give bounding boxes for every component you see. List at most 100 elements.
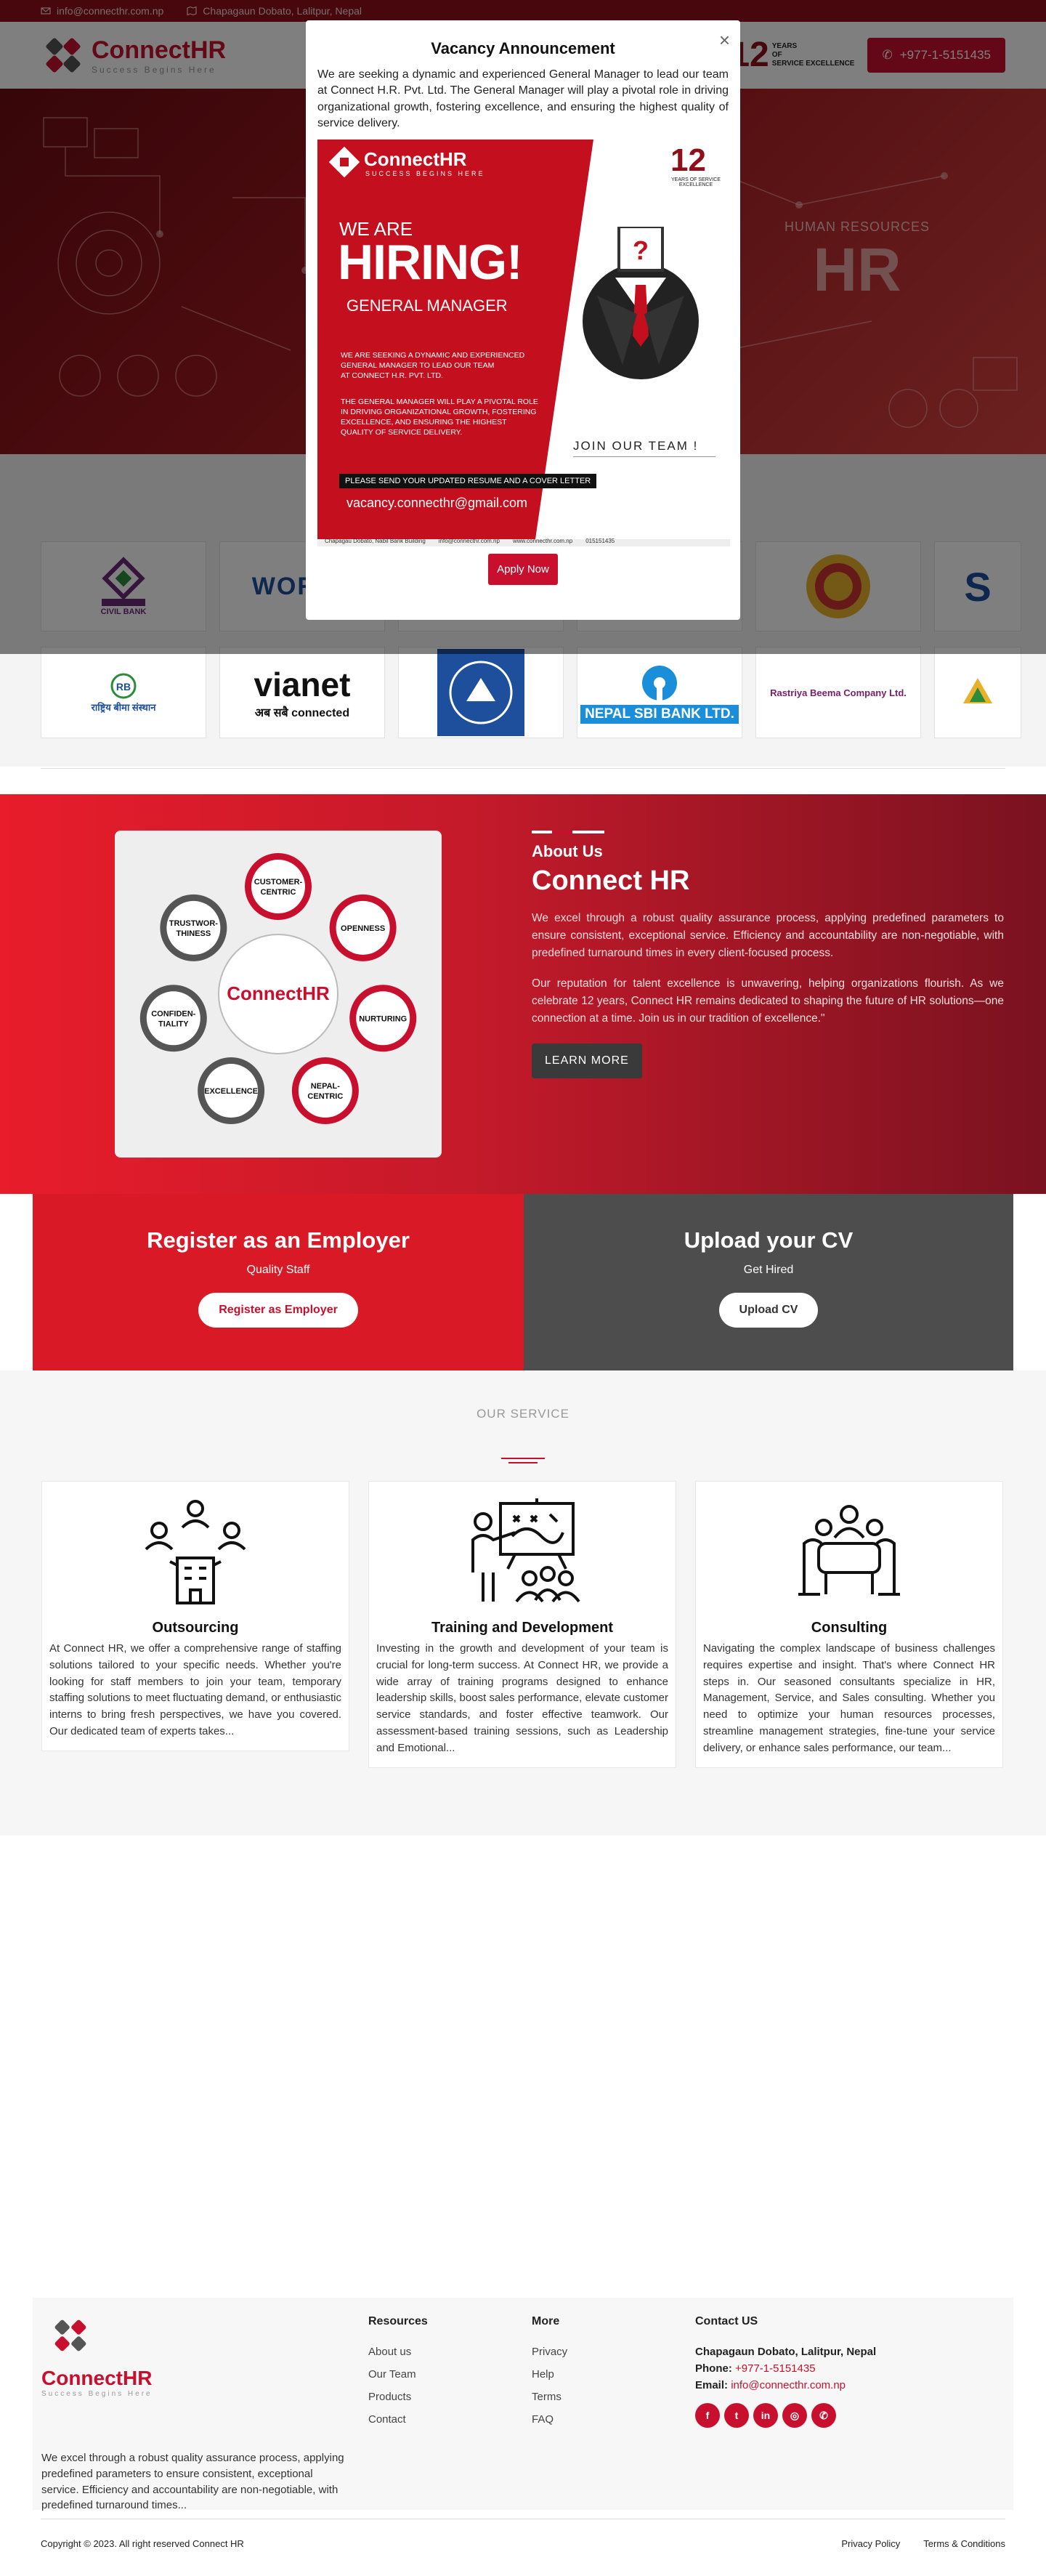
employer-cta: Register as an Employer Quality Staff Re… <box>33 1194 524 1370</box>
value-label: THINESS <box>177 929 211 938</box>
value-bubble: CONFIDEN- TIALITY <box>139 985 207 1052</box>
service-card-consulting[interactable]: Consulting Navigating the complex landsc… <box>695 1481 1003 1768</box>
learn-more-button[interactable]: LEARN MORE <box>532 1043 642 1079</box>
services-kicker: OUR SERVICE <box>477 1407 569 1421</box>
client-rastriya-beema-company[interactable]: Rastriya Beema Company Ltd. <box>755 647 921 738</box>
poster-years-label: YEARS OF SERVICE EXCELLENCE <box>671 177 721 187</box>
footer-brand: ConnectHR <box>41 2367 153 2389</box>
footer-link-terms[interactable]: Terms <box>532 2391 567 2403</box>
footer-contact-address: Chapagaun Dobato, Lalitpur, Nepal <box>695 2346 877 2358</box>
footer-link-help[interactable]: Help <box>532 2368 567 2381</box>
close-icon[interactable]: × <box>719 29 730 52</box>
poster-tagline: SUCCESS BEGINS HERE <box>365 169 485 177</box>
poster-brand: ConnectHR <box>364 148 467 170</box>
poster-para-2-line-1: THE GENERAL MANAGER WILL PLAY A PIVOTAL … <box>341 397 538 406</box>
linkedin-icon[interactable]: in <box>753 2403 778 2428</box>
upload-cv-button[interactable]: Upload CV <box>718 1293 819 1328</box>
cv-cta: Upload your CV Get Hired Upload CV <box>524 1194 1013 1370</box>
instagram-icon[interactable]: ◎ <box>782 2403 807 2428</box>
poster-position: GENERAL MANAGER <box>346 296 508 315</box>
modal-title: Vacancy Announcement <box>431 39 615 57</box>
client-6[interactable] <box>934 647 1021 738</box>
apply-now-button[interactable]: Apply Now <box>488 553 558 585</box>
about-kicker: About Us <box>532 842 603 860</box>
poster-join-team: JOIN OUR TEAM ! <box>573 438 699 453</box>
poster-footer: Chapagau Dobato, Nabil Bank Building inf… <box>325 538 615 544</box>
value-label: EXCELLENCE <box>204 1087 258 1096</box>
footer-link-contact[interactable]: Contact <box>368 2413 428 2426</box>
poster-footer-email: info@connecthr.com.np <box>438 537 500 544</box>
service-title-training: Training and Development <box>431 1620 614 1636</box>
footer-email-label: Email: <box>695 2379 729 2391</box>
poster-para-1-line-3: AT CONNECT H.R. PVT. LTD. <box>341 371 443 380</box>
footer-email[interactable]: info@connecthr.com.np <box>731 2379 846 2391</box>
footer-more-title: More <box>532 2315 560 2327</box>
value-label: NEPAL- <box>311 1082 340 1091</box>
value-label: CENTRIC <box>261 888 296 897</box>
value-label: TIALITY <box>158 1020 189 1028</box>
poster-para-2-line-3: EXCELLENCE, AND ENSURING THE HIGHEST <box>341 417 507 427</box>
client-nepal-sbi-bank[interactable]: NEPAL SBI BANK LTD. <box>577 647 742 738</box>
client-blue-seal[interactable] <box>398 647 564 738</box>
value-label: OPENNESS <box>341 924 385 933</box>
social-links: f t in ◎ ✆ <box>695 2403 876 2428</box>
value-bubble: NURTURING <box>349 985 417 1052</box>
about-accent-bar <box>532 831 604 833</box>
value-label: CENTRIC <box>307 1092 343 1101</box>
services-divider <box>501 1458 545 1459</box>
footer-logo[interactable]: ConnectHR Success Begins Here <box>41 2312 153 2398</box>
footer-link-privacy[interactable]: Privacy <box>532 2346 567 2358</box>
value-bubble: CUSTOMER-CENTRIC <box>245 853 312 920</box>
client-vianet[interactable]: vianet अब सबै connected <box>219 647 385 738</box>
poster-para-2-line-2: IN DRIVING ORGANIZATIONAL GROWTH, FOSTER… <box>341 407 537 416</box>
trainer-whiteboard-icon <box>471 1498 580 1603</box>
cv-title: Upload your CV <box>684 1227 854 1253</box>
poster-years: 12 <box>670 142 706 178</box>
service-card-outsourcing[interactable]: Outsourcing At Connect HR, we offer a co… <box>41 1481 349 1751</box>
value-label: NURTURING <box>359 1014 407 1023</box>
value-label: TRUSTWOR- <box>169 919 219 928</box>
whatsapp-icon[interactable]: ✆ <box>811 2403 836 2428</box>
footer-link-team[interactable]: Our Team <box>368 2368 428 2381</box>
poster-para-1-line-1: WE ARE SEEKING A DYNAMIC AND EXPERIENCED <box>341 350 525 360</box>
footer-link-about[interactable]: About us <box>368 2346 428 2358</box>
client-vianet-name: vianet <box>254 666 351 703</box>
footer-resources: Resources About us Our Team Products Con… <box>368 2315 428 2436</box>
client-6-logo-icon <box>963 678 992 703</box>
services-section: OUR SERVICE Outsourcing At Connect HR, w… <box>0 1370 1046 1836</box>
rbs-logo-icon: RB <box>110 673 137 699</box>
footer-phone[interactable]: +977-1-5151435 <box>735 2362 816 2375</box>
footer-contact: Contact US Chapagaun Dobato, Lalitpur, N… <box>695 2315 876 2428</box>
poster-send-note: PLEASE SEND YOUR UPDATED RESUME AND A CO… <box>339 473 597 488</box>
client-sbi-name: NEPAL SBI BANK LTD. <box>580 705 739 724</box>
register-employer-button[interactable]: Register as Employer <box>198 1293 358 1328</box>
service-card-training[interactable]: Training and Development Investing in th… <box>368 1481 676 1768</box>
client-vianet-sub: अब सबै connected <box>254 707 350 719</box>
footer-link-products[interactable]: Products <box>368 2391 428 2403</box>
about-title: Connect HR <box>532 865 690 896</box>
client-rastriya-beema-sansthan[interactable]: RB राष्ट्रिय बीमा संस्थान <box>41 647 206 738</box>
about-section: ConnectHR CUSTOMER- CENTRIC OPENNESS NURTURI… <box>0 794 1046 1194</box>
terms-link[interactable]: Terms & Conditions <box>923 2538 1005 2549</box>
value-bubble: TRUSTWOR-THINESS <box>160 894 227 961</box>
facebook-icon[interactable]: f <box>695 2403 720 2428</box>
svg-text:?: ? <box>633 235 649 265</box>
twitter-icon[interactable]: t <box>724 2403 749 2428</box>
poster-para-1-line-2: GENERAL MANAGER TO LEAD OUR TEAM <box>341 360 495 370</box>
vacancy-modal: × Vacancy Announcement We are seeking a … <box>306 20 740 620</box>
sbi-logo-icon <box>642 666 677 702</box>
footer-link-faq[interactable]: FAQ <box>532 2413 567 2426</box>
copyright-text: Copyright © 2023. All right reserved Con… <box>41 2538 244 2549</box>
employer-title: Register as an Employer <box>147 1227 410 1253</box>
poster-join-underline <box>573 456 715 457</box>
poster-footer-web: www.connecthr.com.np <box>512 537 573 544</box>
privacy-policy-link[interactable]: Privacy Policy <box>841 2538 900 2549</box>
site-footer: ConnectHR Success Begins Here We excel t… <box>33 2298 1013 2511</box>
poster-email: vacancy.connecthr@gmail.com <box>346 495 528 510</box>
about-paragraph-1: We excel through a robust quality assura… <box>532 912 1004 960</box>
value-bubble: EXCELLENCE <box>198 1057 265 1125</box>
footer-resources-title: Resources <box>368 2315 428 2327</box>
values-diagram-graphic: ConnectHRCUSTOMER-CENTRICOPENNESSNURTURI… <box>139 853 417 1125</box>
footer-tagline: Success Begins Here <box>41 2390 153 2398</box>
about-paragraph-2: Our reputation for talent excellence is … <box>532 977 1004 1025</box>
